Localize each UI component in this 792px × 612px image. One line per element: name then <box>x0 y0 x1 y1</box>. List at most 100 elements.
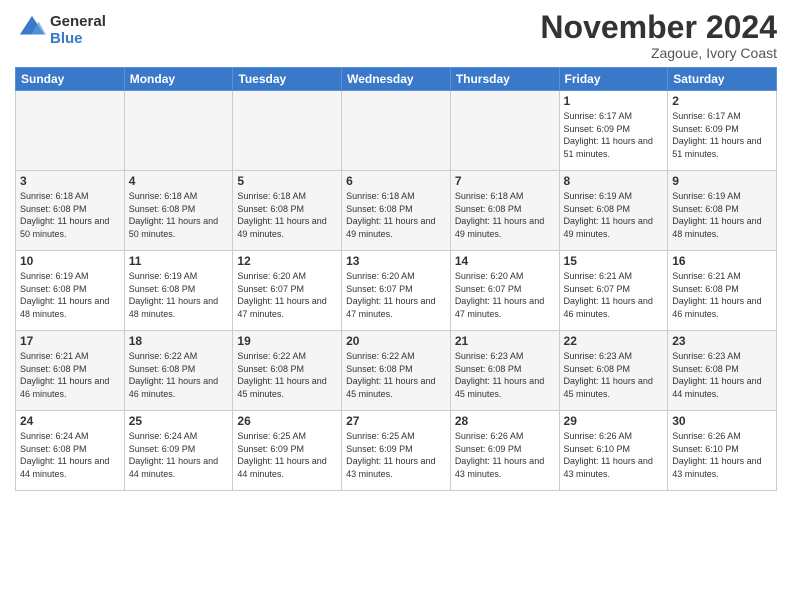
day-info: Sunrise: 6:22 AMSunset: 6:08 PMDaylight:… <box>237 350 337 400</box>
day-number: 24 <box>20 414 120 428</box>
calendar-week-row: 1 Sunrise: 6:17 AMSunset: 6:09 PMDaylight… <box>16 91 777 171</box>
calendar-cell: 16Sunrise: 6:21 AMSunset: 6:08 PMDayligh… <box>668 251 777 331</box>
calendar-cell: 22 Sunrise: 6:23 AMSunset: 6:08 PMDayligh… <box>559 331 668 411</box>
day-info: Sunrise: 6:18 AMSunset: 6:08 PMDaylight:… <box>237 190 337 240</box>
day-info: Sunrise: 6:20 AMSunset: 6:07 PMDaylight:… <box>237 270 337 320</box>
day-number: 7 <box>455 174 555 188</box>
day-number: 15 <box>564 254 664 268</box>
day-info: Sunrise: 6:23 AMSunset: 6:08 PMDaylight:… <box>672 350 772 400</box>
calendar-day-header: Saturday <box>668 68 777 91</box>
calendar-day-header: Tuesday <box>233 68 342 91</box>
day-info: Sunrise: 6:19 AMSunset: 6:08 PMDaylight:… <box>564 190 664 240</box>
calendar-cell: 6 Sunrise: 6:18 AMSunset: 6:08 PMDaylight… <box>342 171 451 251</box>
calendar-week-row: 3 Sunrise: 6:18 AMSunset: 6:08 PMDaylight… <box>16 171 777 251</box>
calendar-cell: 27Sunrise: 6:25 AMSunset: 6:09 PMDayligh… <box>342 411 451 491</box>
calendar-day-header: Monday <box>124 68 233 91</box>
calendar-cell: 4 Sunrise: 6:18 AMSunset: 6:08 PMDaylight… <box>124 171 233 251</box>
day-number: 17 <box>20 334 120 348</box>
calendar-day-header: Wednesday <box>342 68 451 91</box>
day-number: 27 <box>346 414 446 428</box>
day-number: 22 <box>564 334 664 348</box>
day-number: 25 <box>129 414 229 428</box>
day-info: Sunrise: 6:18 AMSunset: 6:08 PMDaylight:… <box>129 190 229 240</box>
location: Zagoue, Ivory Coast <box>540 45 777 61</box>
calendar-cell: 21Sunrise: 6:23 AMSunset: 6:08 PMDayligh… <box>450 331 559 411</box>
calendar-week-row: 17 Sunrise: 6:21 AMSunset: 6:08 PMDayligh… <box>16 331 777 411</box>
day-info: Sunrise: 6:17 AMSunset: 6:09 PMDaylight:… <box>564 110 664 160</box>
logo-general: General <box>50 14 106 31</box>
calendar-cell: 8 Sunrise: 6:19 AMSunset: 6:08 PMDaylight… <box>559 171 668 251</box>
day-info: Sunrise: 6:23 AMSunset: 6:08 PMDaylight:… <box>564 350 664 400</box>
day-info: Sunrise: 6:25 AMSunset: 6:09 PMDaylight:… <box>237 430 337 480</box>
day-number: 2 <box>672 94 772 108</box>
calendar-cell: 13Sunrise: 6:20 AMSunset: 6:07 PMDayligh… <box>342 251 451 331</box>
calendar-cell: 23 Sunrise: 6:23 AMSunset: 6:08 PMDayligh… <box>668 331 777 411</box>
day-info: Sunrise: 6:22 AMSunset: 6:08 PMDaylight:… <box>346 350 446 400</box>
day-number: 23 <box>672 334 772 348</box>
day-number: 12 <box>237 254 337 268</box>
day-info: Sunrise: 6:23 AMSunset: 6:08 PMDaylight:… <box>455 350 555 400</box>
day-info: Sunrise: 6:18 AMSunset: 6:08 PMDaylight:… <box>346 190 446 240</box>
calendar-cell: 12 Sunrise: 6:20 AMSunset: 6:07 PMDayligh… <box>233 251 342 331</box>
calendar-cell: 20 Sunrise: 6:22 AMSunset: 6:08 PMDayligh… <box>342 331 451 411</box>
day-number: 9 <box>672 174 772 188</box>
day-number: 29 <box>564 414 664 428</box>
day-number: 5 <box>237 174 337 188</box>
day-number: 18 <box>129 334 229 348</box>
calendar-cell: 14 Sunrise: 6:20 AMSunset: 6:07 PMDayligh… <box>450 251 559 331</box>
calendar-cell: 3 Sunrise: 6:18 AMSunset: 6:08 PMDaylight… <box>16 171 125 251</box>
calendar-cell <box>233 91 342 171</box>
day-info: Sunrise: 6:20 AMSunset: 6:07 PMDaylight:… <box>346 270 446 320</box>
day-info: Sunrise: 6:17 AMSunset: 6:09 PMDaylight:… <box>672 110 772 160</box>
calendar-cell: 30 Sunrise: 6:26 AMSunset: 6:10 PMDayligh… <box>668 411 777 491</box>
day-info: Sunrise: 6:19 AMSunset: 6:08 PMDaylight:… <box>129 270 229 320</box>
day-number: 3 <box>20 174 120 188</box>
logo-blue: Blue <box>50 31 106 48</box>
logo: General Blue <box>15 14 106 47</box>
day-info: Sunrise: 6:18 AMSunset: 6:08 PMDaylight:… <box>455 190 555 240</box>
page-header: General Blue November 2024 Zagoue, Ivory… <box>15 10 777 61</box>
calendar-cell <box>124 91 233 171</box>
day-number: 8 <box>564 174 664 188</box>
day-number: 30 <box>672 414 772 428</box>
day-info: Sunrise: 6:26 AMSunset: 6:10 PMDaylight:… <box>672 430 772 480</box>
day-info: Sunrise: 6:20 AMSunset: 6:07 PMDaylight:… <box>455 270 555 320</box>
calendar-week-row: 10 Sunrise: 6:19 AMSunset: 6:08 PMDayligh… <box>16 251 777 331</box>
day-info: Sunrise: 6:19 AMSunset: 6:08 PMDaylight:… <box>20 270 120 320</box>
calendar-cell: 18Sunrise: 6:22 AMSunset: 6:08 PMDayligh… <box>124 331 233 411</box>
day-info: Sunrise: 6:18 AMSunset: 6:08 PMDaylight:… <box>20 190 120 240</box>
day-number: 19 <box>237 334 337 348</box>
calendar-cell: 29 Sunrise: 6:26 AMSunset: 6:10 PMDayligh… <box>559 411 668 491</box>
day-number: 11 <box>129 254 229 268</box>
day-info: Sunrise: 6:19 AMSunset: 6:08 PMDaylight:… <box>672 190 772 240</box>
calendar-header-row: SundayMondayTuesdayWednesdayThursdayFrid… <box>16 68 777 91</box>
calendar-cell: 1 Sunrise: 6:17 AMSunset: 6:09 PMDaylight… <box>559 91 668 171</box>
day-number: 1 <box>564 94 664 108</box>
calendar-cell: 25 Sunrise: 6:24 AMSunset: 6:09 PMDayligh… <box>124 411 233 491</box>
month-title: November 2024 <box>540 10 777 45</box>
calendar-day-header: Friday <box>559 68 668 91</box>
calendar-cell: 17 Sunrise: 6:21 AMSunset: 6:08 PMDayligh… <box>16 331 125 411</box>
day-number: 26 <box>237 414 337 428</box>
day-info: Sunrise: 6:21 AMSunset: 6:08 PMDaylight:… <box>672 270 772 320</box>
calendar-cell: 24 Sunrise: 6:24 AMSunset: 6:08 PMDayligh… <box>16 411 125 491</box>
day-number: 14 <box>455 254 555 268</box>
day-number: 20 <box>346 334 446 348</box>
day-number: 4 <box>129 174 229 188</box>
calendar-cell: 26 Sunrise: 6:25 AMSunset: 6:09 PMDayligh… <box>233 411 342 491</box>
calendar-cell: 19 Sunrise: 6:22 AMSunset: 6:08 PMDayligh… <box>233 331 342 411</box>
calendar-week-row: 24 Sunrise: 6:24 AMSunset: 6:08 PMDayligh… <box>16 411 777 491</box>
day-number: 10 <box>20 254 120 268</box>
calendar-cell: 28Sunrise: 6:26 AMSunset: 6:09 PMDayligh… <box>450 411 559 491</box>
calendar-cell: 5 Sunrise: 6:18 AMSunset: 6:08 PMDaylight… <box>233 171 342 251</box>
day-info: Sunrise: 6:26 AMSunset: 6:09 PMDaylight:… <box>455 430 555 480</box>
day-info: Sunrise: 6:24 AMSunset: 6:08 PMDaylight:… <box>20 430 120 480</box>
day-info: Sunrise: 6:26 AMSunset: 6:10 PMDaylight:… <box>564 430 664 480</box>
day-info: Sunrise: 6:21 AMSunset: 6:07 PMDaylight:… <box>564 270 664 320</box>
day-info: Sunrise: 6:21 AMSunset: 6:08 PMDaylight:… <box>20 350 120 400</box>
calendar-cell: 15 Sunrise: 6:21 AMSunset: 6:07 PMDayligh… <box>559 251 668 331</box>
day-number: 6 <box>346 174 446 188</box>
day-info: Sunrise: 6:24 AMSunset: 6:09 PMDaylight:… <box>129 430 229 480</box>
calendar-cell: 2 Sunrise: 6:17 AMSunset: 6:09 PMDaylight… <box>668 91 777 171</box>
calendar-cell: 9 Sunrise: 6:19 AMSunset: 6:08 PMDaylight… <box>668 171 777 251</box>
